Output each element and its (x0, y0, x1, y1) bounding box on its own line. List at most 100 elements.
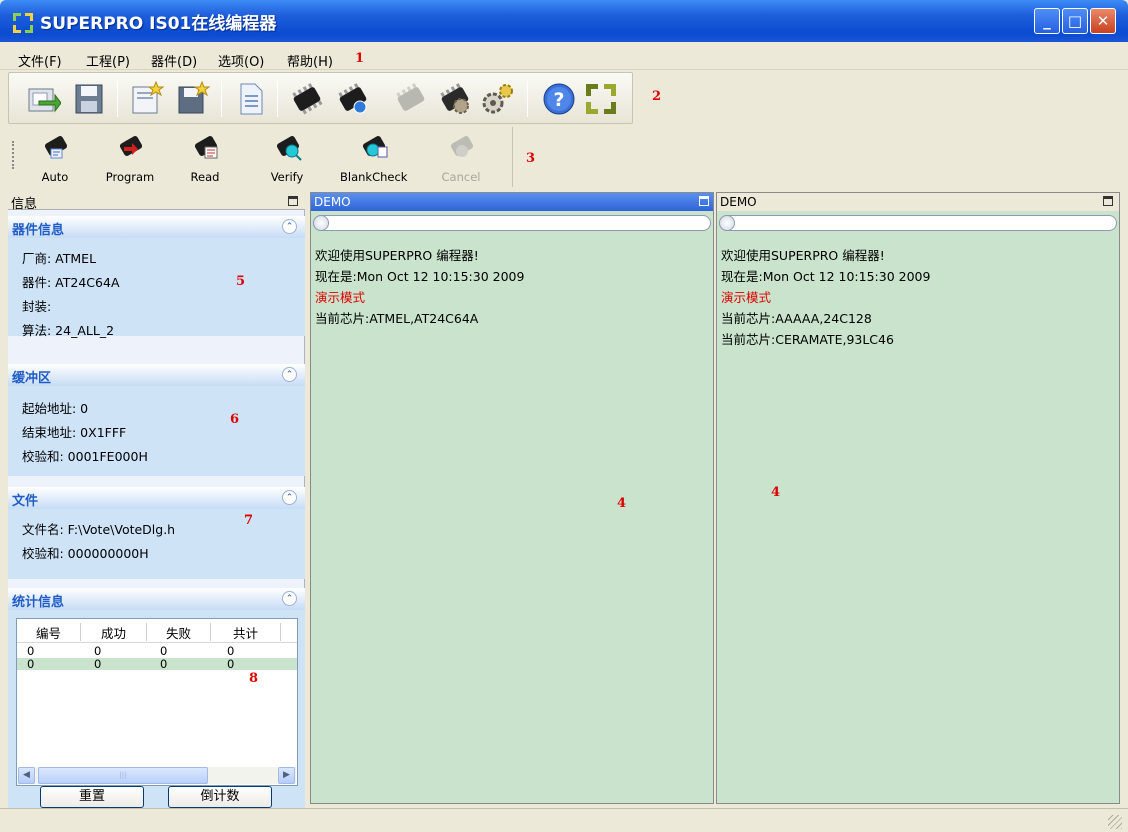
blankcheck-button[interactable]: BlankCheck (340, 130, 408, 186)
menu-help[interactable]: 帮助(H) (287, 51, 333, 70)
progress-knob (719, 215, 735, 231)
read-chip-icon (194, 136, 218, 159)
log-line: 当前芯片:AAAAA,24C128 (721, 311, 872, 326)
log-line: 现在是:Mon Oct 12 10:15:30 2009 (721, 269, 931, 284)
table-row[interactable]: 0 0 0 0 (17, 658, 297, 670)
blankcheck-chip-icon (362, 136, 388, 158)
annotation-3: 3 (526, 151, 536, 166)
buffer-title: 缓冲区 (12, 371, 52, 386)
stats-table-header: 编号 成功 失败 共计 (17, 619, 297, 643)
cancel-chip-icon (450, 136, 474, 157)
annotation-1: 1 (355, 51, 365, 66)
progress-knob (313, 215, 329, 231)
chip-info-icon[interactable] (335, 81, 371, 117)
scroll-left-icon[interactable]: ◀ (18, 767, 35, 784)
auto-button[interactable]: Auto (22, 130, 88, 186)
program-chip-icon (119, 136, 143, 156)
buffer-header[interactable]: 缓冲区 ⌃ (8, 364, 305, 386)
action-toolbar: Auto Program Read Verify BlankCheck Canc… (8, 127, 513, 187)
new-project-icon[interactable] (129, 81, 165, 117)
annotation-4: 4 (617, 496, 627, 511)
buffer-body: 起始地址: 0 结束地址: 0X1FFF 校验和: 0001FE000H (8, 386, 305, 476)
menu-options[interactable]: 选项(O) (218, 51, 264, 70)
scrollbar-thumb[interactable]: ||| (38, 767, 208, 784)
close-button[interactable]: ✕ (1090, 8, 1116, 34)
device-info-title: 器件信息 (12, 223, 65, 238)
menu-device[interactable]: 器件(D) (151, 51, 197, 70)
device-package: 封装: (22, 299, 52, 314)
file-header[interactable]: 文件 ⌃ (8, 487, 305, 509)
column-header[interactable]: 失败 (147, 623, 211, 641)
save-project-icon[interactable] (175, 81, 211, 117)
toolbar-grip[interactable] (12, 141, 14, 169)
chip-settings-icon[interactable] (479, 81, 515, 117)
blankcheck-label: BlankCheck (340, 170, 408, 184)
column-header[interactable]: 成功 (81, 623, 147, 641)
scroll-right-icon[interactable]: ▶ (278, 767, 295, 784)
info-panel-header: 信息 (8, 192, 305, 212)
menu-file[interactable]: 文件(F) (18, 51, 62, 70)
cell-no: 0 (27, 657, 35, 671)
cell-success: 0 (94, 644, 102, 658)
chip-disabled-icon (396, 83, 425, 111)
progress-bar (313, 215, 711, 231)
demo-pane-header[interactable]: DEMO (717, 193, 1119, 211)
panel-float-icon[interactable] (288, 196, 298, 206)
progress-bar (719, 215, 1117, 231)
annotation-7: 7 (244, 513, 254, 528)
countdown-button[interactable]: 倒计数 (168, 786, 272, 808)
annotation-6: 6 (230, 412, 240, 427)
collapse-chevron-icon[interactable]: ⌃ (282, 367, 297, 382)
device-algorithm: 算法: 24_ALL_2 (22, 323, 115, 338)
column-header[interactable]: 共计 (211, 623, 281, 641)
title-bar: SUPERPRO IS01在线编程器 _ □ ✕ (0, 0, 1128, 42)
cancel-label: Cancel (441, 170, 481, 184)
verify-chip-icon (276, 136, 302, 161)
stats-table[interactable]: 编号 成功 失败 共计 0 0 0 0 0 0 0 0 8 ◀ ||| ▶ (16, 618, 298, 786)
log-line: 欢迎使用SUPERPRO 编程器! (315, 248, 479, 263)
resize-grip-icon[interactable] (1108, 815, 1122, 829)
device-info-body: 厂商: ATMEL 器件: AT24C64A 封装: 算法: 24_ALL_2 (8, 238, 305, 338)
annotation-2: 2 (652, 89, 662, 104)
pane-float-icon[interactable] (1103, 196, 1113, 206)
device-part: 器件: AT24C64A (22, 275, 120, 290)
save-icon[interactable] (71, 81, 107, 117)
demo-pane-left[interactable]: DEMO 欢迎使用SUPERPRO 编程器! 现在是:Mon Oct 12 10… (310, 192, 714, 804)
cell-fail: 0 (160, 644, 168, 658)
demo-pane-right[interactable]: DEMO 欢迎使用SUPERPRO 编程器! 现在是:Mon Oct 12 10… (716, 192, 1120, 804)
app-logo-icon (13, 13, 33, 33)
chip-icon[interactable] (289, 81, 325, 117)
stats-header[interactable]: 统计信息 ⌃ (8, 588, 305, 610)
logo-icon[interactable] (583, 81, 619, 117)
open-icon[interactable] (25, 81, 61, 117)
maximize-button[interactable]: □ (1062, 8, 1088, 34)
demo-pane-header[interactable]: DEMO (311, 193, 713, 211)
menu-project[interactable]: 工程(P) (86, 51, 130, 70)
chip-gear-icon[interactable] (437, 81, 473, 117)
column-header[interactable]: 编号 (17, 623, 81, 641)
program-label: Program (105, 170, 155, 184)
collapse-chevron-icon[interactable]: ⌃ (282, 219, 297, 234)
collapse-chevron-icon[interactable]: ⌃ (282, 490, 297, 505)
reset-button[interactable]: 重置 (40, 786, 144, 808)
cell-total: 0 (227, 657, 235, 671)
info-panel: 信息 器件信息 ⌃ 厂商: ATMEL 器件: AT24C64A 封装: 算法:… (8, 192, 305, 808)
table-row[interactable]: 0 0 0 0 (17, 645, 297, 657)
collapse-chevron-icon[interactable]: ⌃ (282, 591, 297, 606)
annotation-4: 4 (771, 485, 781, 500)
pane-float-icon[interactable] (699, 196, 709, 206)
help-icon[interactable]: ? (541, 81, 577, 117)
minimize-button[interactable]: _ (1034, 8, 1060, 34)
device-info-header[interactable]: 器件信息 ⌃ (8, 216, 305, 238)
program-button[interactable]: Program (97, 130, 163, 186)
toolbar-separator (221, 81, 222, 117)
verify-button[interactable]: Verify (254, 130, 320, 186)
horizontal-scrollbar[interactable]: ◀ ||| ▶ (18, 767, 296, 784)
main-toolbar: ? (8, 72, 633, 124)
document-icon[interactable] (233, 81, 269, 117)
demo-pane-title: DEMO (720, 195, 757, 209)
buffer-start: 起始地址: 0 (22, 401, 89, 416)
read-button[interactable]: Read (172, 130, 238, 186)
cell-fail: 0 (160, 657, 168, 671)
annotation-5: 5 (236, 274, 246, 289)
